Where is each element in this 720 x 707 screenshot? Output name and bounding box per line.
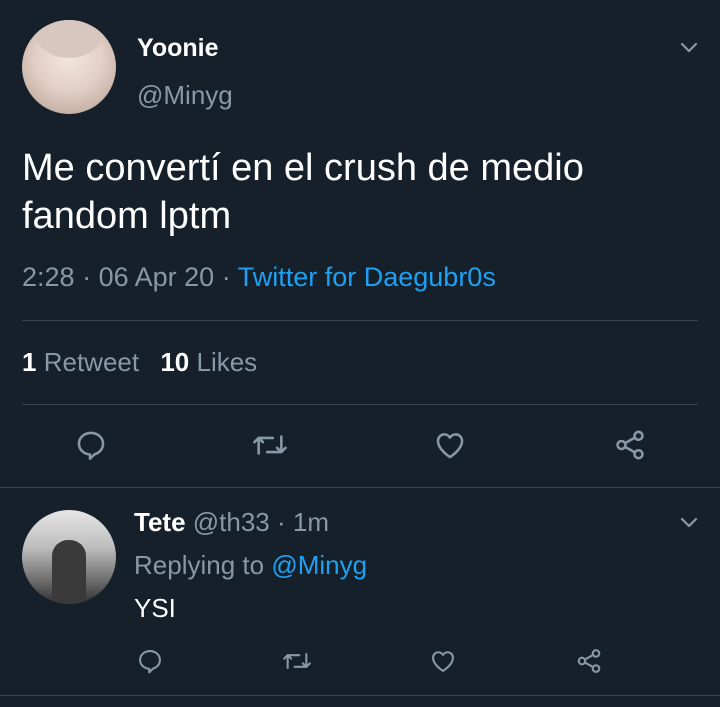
retweet-stat[interactable]: 1 Retweet [22,347,146,377]
comment-icon[interactable] [74,428,108,462]
retweet-icon[interactable] [250,428,290,462]
chevron-down-icon[interactable] [678,511,700,533]
heart-icon[interactable] [428,647,458,675]
meta-separator: · [82,262,92,292]
retweet-icon[interactable] [280,647,314,675]
meta-separator: · [277,507,286,537]
retweet-label: Retweet [43,347,140,377]
likes-count: 10 [160,347,190,377]
tweet-text-line: Me convertí en el crush de medio [22,147,584,189]
author-avatar[interactable] [22,20,116,114]
engagement-stats: 1 Retweet 10 Likes [22,347,257,378]
avatar-hair [30,20,108,58]
reply-text: YSI [134,593,176,623]
heart-icon[interactable] [432,428,468,462]
reply-avatar[interactable] [22,510,116,604]
share-icon[interactable] [574,647,604,675]
likes-label: Likes [196,347,258,377]
author-display-name[interactable]: Yoonie [137,34,218,63]
replying-handle-link[interactable]: @Minyg [271,550,367,580]
tweet-text-line: fandom lptm [22,195,232,237]
divider [22,320,698,321]
divider [0,487,720,488]
reply-header: Tete @th33 · 1m [134,507,329,538]
tweet-source-link[interactable]: Twitter for Daegubr0s [238,262,496,292]
chevron-down-icon[interactable] [678,36,700,58]
comment-icon[interactable] [136,647,164,675]
reply-age: 1m [292,507,330,537]
reply-display-name[interactable]: Tete [134,507,186,537]
meta-separator: · [221,262,231,292]
reply-handle[interactable]: @th33 [193,507,270,537]
likes-stat[interactable]: 10 Likes [160,347,257,377]
tweet-date: 06 Apr 20 [98,262,215,292]
divider [22,404,698,405]
tweet-meta: 2:28 · 06 Apr 20 · Twitter for Daegubr0s [22,262,496,293]
replying-to: Replying to @Minyg [134,550,367,581]
tweet-text: Me convertí en el crush de medio fandom … [22,144,584,240]
divider [0,695,720,696]
share-icon[interactable] [612,428,648,462]
tweet-time: 2:28 [22,262,75,292]
avatar-figure [52,540,86,604]
retweet-count: 1 [22,347,37,377]
replying-prefix: Replying to [134,550,265,580]
author-handle[interactable]: @Minyg [137,80,233,111]
